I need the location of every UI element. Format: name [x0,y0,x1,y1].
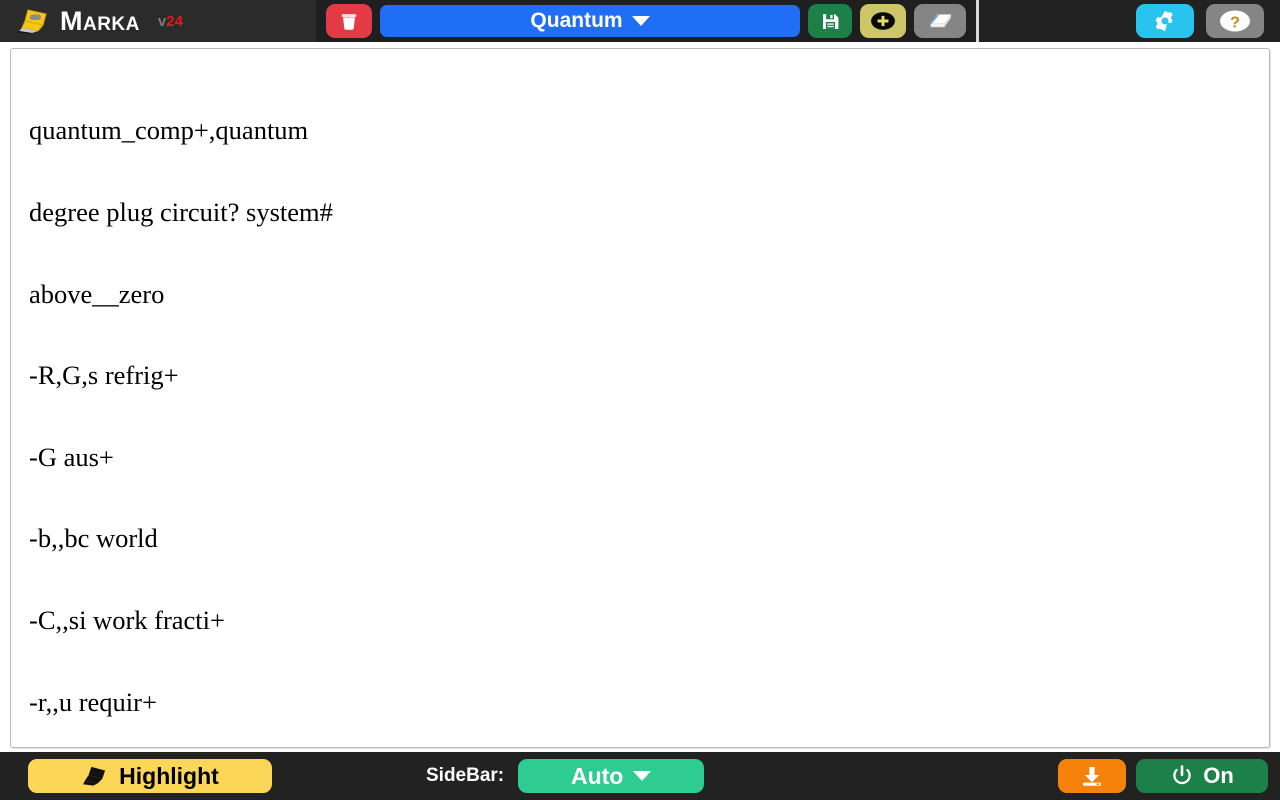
power-toggle-button[interactable]: On [1136,759,1268,793]
statusbar-right-actions: On [1058,759,1280,793]
download-icon [1079,764,1105,788]
editor-line: -C,,si work fracti+ [29,605,225,636]
settings-button[interactable] [1136,4,1194,38]
sidebar-setting-group: SideBar: Auto [426,759,705,793]
sidebar-setting-label: SideBar: [426,765,505,786]
eraser-icon [926,11,954,31]
delete-button[interactable] [326,4,372,38]
save-button[interactable] [808,4,852,38]
editor-line: above__zero [29,278,165,309]
editor-line: -G aus+ [29,441,114,472]
text-editor-panel[interactable]: quantum_comp+,quantum degree plug circui… [10,48,1270,748]
download-button[interactable] [1058,759,1126,793]
chevron-down-icon [633,771,652,781]
editor-line: quantum_comp+,quantum [29,115,309,146]
add-button[interactable] [860,4,906,38]
bottom-statusbar: Highlight SideBar: Auto On [0,752,1280,800]
top-toolbar: Marka v24 Quantum ? [0,0,1280,42]
trash-icon [338,10,360,32]
svg-text:?: ? [1230,15,1240,32]
question-mark-icon: ? [1218,8,1252,34]
highlight-mode-button[interactable]: Highlight [28,759,272,793]
editor-line: -R,G,s refrig+ [29,360,179,391]
floppy-save-icon [820,11,841,32]
chevron-down-icon [631,16,650,26]
marker-pen-icon [81,765,109,787]
editor-line: -r,,u requir+ [29,686,157,717]
version-label: v24 [158,13,183,30]
editor-line: -b,,bc world [29,523,158,554]
power-toggle-label: On [1203,763,1234,788]
profile-dropdown-label: Quantum [530,9,623,32]
toolbar-actions: Quantum [316,0,976,42]
erase-button[interactable] [914,4,966,38]
editor-line: degree plug circuit? system# [29,197,333,228]
sidebar-mode-dropdown[interactable]: Auto [518,759,705,793]
version-prefix: v [157,12,167,30]
plus-circle-icon [870,10,896,32]
highlight-mode-label: Highlight [119,762,219,789]
toolbar-right-actions: ? [1122,0,1280,42]
sidebar-mode-value: Auto [570,762,624,789]
version-number: 24 [166,12,183,30]
highlighter-pen-icon [16,8,50,34]
brand-logo: Marka v24 [0,0,316,42]
gear-icon [1153,9,1177,33]
toolbar-divider [976,0,979,42]
help-button[interactable]: ? [1206,4,1264,38]
brand-name: Marka [60,5,140,36]
editor-content[interactable]: quantum_comp+,quantum degree plug circui… [11,49,1269,747]
profile-dropdown-button[interactable]: Quantum [380,5,800,37]
power-icon [1170,764,1194,788]
app-root: Marka v24 Quantum ? quantum_comp+,quantu… [0,0,1280,800]
